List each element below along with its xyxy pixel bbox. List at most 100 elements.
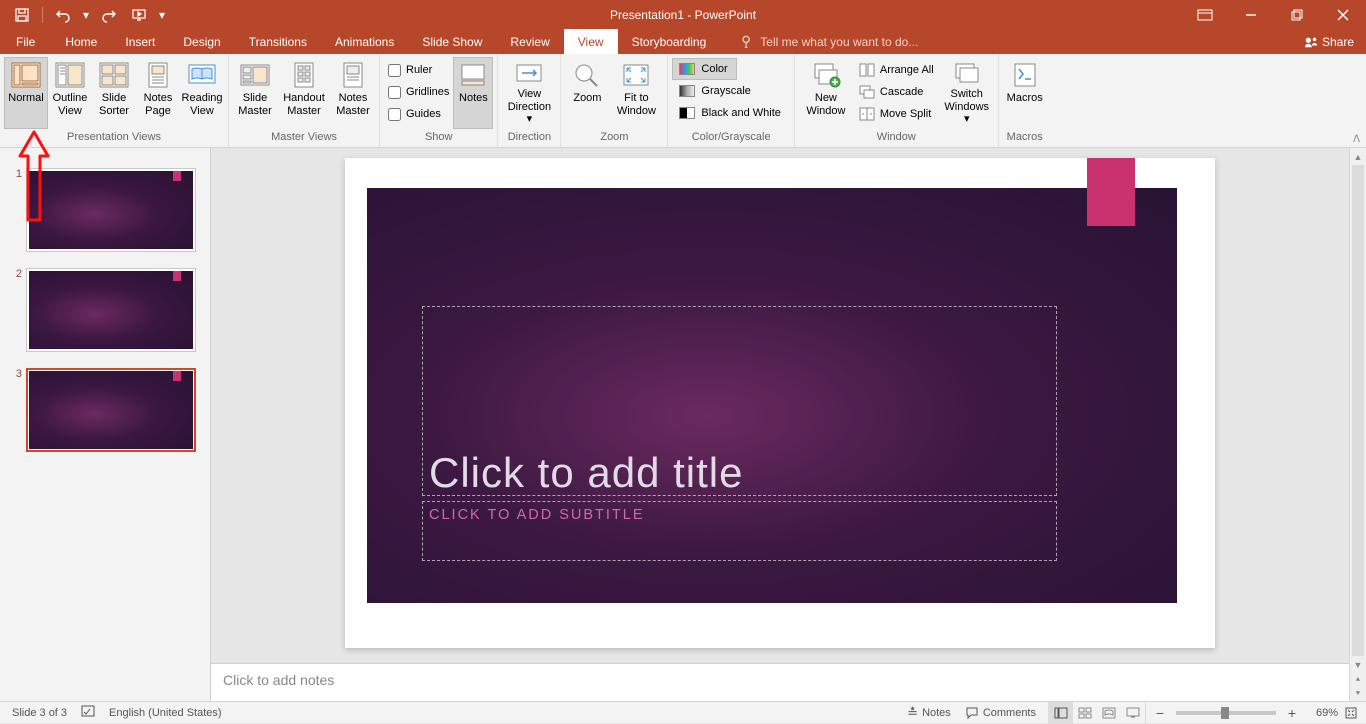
macros-label: Macros	[1007, 92, 1043, 105]
zoom-percentage[interactable]: 69%	[1302, 707, 1338, 719]
thumbnail-1[interactable]: 1	[0, 162, 210, 262]
ribbon-display-options[interactable]	[1182, 0, 1228, 29]
title-placeholder-text: Click to add title	[429, 449, 743, 496]
next-slide-button[interactable]: ⯆	[1350, 687, 1366, 701]
thumbnail-3[interactable]: 3	[0, 362, 210, 462]
spellcheck-icon[interactable]	[81, 704, 95, 721]
move-split-button[interactable]: Move Split	[853, 103, 940, 125]
reading-view-status[interactable]	[1097, 702, 1121, 724]
share-button[interactable]: Share	[1292, 29, 1366, 54]
zoom-in[interactable]: +	[1284, 705, 1300, 721]
move-split-label: Move Split	[880, 108, 931, 120]
cascade-button[interactable]: Cascade	[853, 81, 940, 103]
minimize-button[interactable]	[1228, 0, 1274, 29]
outline-view-button[interactable]: Outline View	[48, 57, 92, 129]
group-label-show: Show	[380, 130, 497, 145]
direction-icon	[514, 61, 544, 85]
macros-button[interactable]: Macros	[1003, 57, 1047, 129]
collapse-ribbon-button[interactable]: ᐱ	[1353, 134, 1360, 145]
tab-storyboarding[interactable]: Storyboarding	[618, 29, 721, 54]
qat-customize[interactable]: ▾	[155, 0, 169, 29]
editor-region: Click to add title CLICK TO ADD SUBTITLE…	[211, 148, 1366, 701]
undo-button[interactable]	[49, 0, 77, 29]
notes-pane[interactable]: Click to add notes	[211, 663, 1349, 701]
normal-view-status[interactable]	[1049, 702, 1073, 724]
tell-me-search[interactable]: Tell me what you want to do...	[720, 29, 918, 54]
view-direction-button[interactable]: View Direction ▾	[502, 57, 556, 129]
tab-review[interactable]: Review	[496, 29, 563, 54]
grayscale-button[interactable]: Grayscale	[672, 80, 760, 102]
slide-accent-tab	[1087, 158, 1135, 226]
save-button[interactable]	[8, 0, 36, 29]
zoom-slider[interactable]	[1176, 711, 1276, 715]
start-slideshow-button[interactable]	[125, 0, 153, 29]
cascade-label: Cascade	[880, 86, 923, 98]
slide-sorter-button[interactable]: Slide Sorter	[92, 57, 136, 129]
title-bar: ▾ ▾ Presentation1 - PowerPoint	[0, 0, 1366, 29]
notes-page-button[interactable]: Notes Page	[136, 57, 180, 129]
ribbon: Normal Outline View Slide Sorter Notes P…	[0, 54, 1366, 148]
fit-to-window-label: Fit to Window	[613, 92, 659, 117]
tab-slideshow[interactable]: Slide Show	[408, 29, 496, 54]
scroll-down-arrow[interactable]: ▼	[1350, 656, 1366, 673]
zoom-icon	[573, 62, 601, 88]
language-indicator[interactable]: English (United States)	[109, 707, 222, 719]
tab-animations[interactable]: Animations	[321, 29, 408, 54]
tab-home[interactable]: Home	[51, 29, 111, 54]
tab-view[interactable]: View	[564, 29, 618, 54]
zoom-button[interactable]: Zoom	[565, 57, 609, 129]
comments-toggle[interactable]: Comments	[959, 702, 1042, 724]
slide[interactable]: Click to add title CLICK TO ADD SUBTITLE	[345, 158, 1215, 648]
thumbnail-2[interactable]: 2	[0, 262, 210, 362]
fit-to-window-status[interactable]	[1340, 702, 1362, 724]
thumbnail-1-number: 1	[10, 168, 22, 252]
close-button[interactable]	[1320, 0, 1366, 29]
tab-transitions[interactable]: Transitions	[235, 29, 321, 54]
new-window-label: New Window	[803, 92, 849, 117]
ruler-checkbox[interactable]: Ruler	[384, 59, 453, 81]
normal-view-icon	[11, 62, 41, 88]
black-white-button[interactable]: Black and White	[672, 102, 789, 124]
slide-sorter-status[interactable]	[1073, 702, 1097, 724]
group-presentation-views: Normal Outline View Slide Sorter Notes P…	[0, 54, 229, 147]
notes-toggle[interactable]: ≛Notes	[901, 702, 957, 724]
tab-insert[interactable]: Insert	[111, 29, 169, 54]
slide-canvas[interactable]: Click to add title CLICK TO ADD SUBTITLE	[211, 148, 1349, 663]
restore-button[interactable]	[1274, 0, 1320, 29]
arrange-all-button[interactable]: Arrange All	[853, 59, 940, 81]
color-button[interactable]: Color	[672, 58, 736, 80]
notes-button[interactable]: Notes	[453, 57, 493, 129]
notes-master-icon	[338, 62, 368, 88]
scrollbar-thumb[interactable]	[1352, 165, 1364, 656]
group-macros: Macros Macros	[999, 54, 1051, 147]
tab-file[interactable]: File	[0, 29, 51, 54]
zoom-out[interactable]: −	[1152, 705, 1168, 721]
new-window-button[interactable]: New Window	[799, 57, 853, 129]
zoom-knob[interactable]	[1221, 707, 1229, 719]
vertical-scrollbar[interactable]: ▲ ▼ ⯅ ⯆	[1349, 148, 1366, 701]
redo-button[interactable]	[95, 0, 123, 29]
slide-master-label: Slide Master	[237, 92, 273, 117]
title-placeholder[interactable]: Click to add title	[422, 306, 1057, 496]
scroll-up-arrow[interactable]: ▲	[1350, 148, 1366, 165]
gridlines-checkbox[interactable]: Gridlines	[384, 81, 453, 103]
undo-dropdown[interactable]: ▾	[79, 0, 93, 29]
thumbnail-3-number: 3	[10, 368, 22, 452]
group-show: Ruler Gridlines Guides Notes Show	[380, 54, 498, 147]
prev-slide-button[interactable]: ⯅	[1350, 673, 1366, 687]
subtitle-placeholder[interactable]: CLICK TO ADD SUBTITLE	[422, 501, 1057, 561]
notes-master-button[interactable]: Notes Master	[331, 57, 375, 129]
slide-master-button[interactable]: Slide Master	[233, 57, 277, 129]
reading-view-icon	[187, 62, 217, 88]
tab-design[interactable]: Design	[169, 29, 234, 54]
group-direction: View Direction ▾ Direction	[498, 54, 561, 147]
normal-view-button[interactable]: Normal	[4, 57, 48, 129]
new-window-icon	[811, 62, 841, 88]
slideshow-status[interactable]	[1121, 702, 1145, 724]
guides-checkbox[interactable]: Guides	[384, 103, 453, 125]
switch-windows-button[interactable]: Switch Windows ▾	[940, 57, 994, 129]
reading-view-button[interactable]: Reading View	[180, 57, 224, 129]
fit-to-window-button[interactable]: Fit to Window	[609, 57, 663, 129]
handout-master-button[interactable]: Handout Master	[277, 57, 331, 129]
slide-thumbnail-pane[interactable]: 1 2 3	[0, 148, 211, 701]
